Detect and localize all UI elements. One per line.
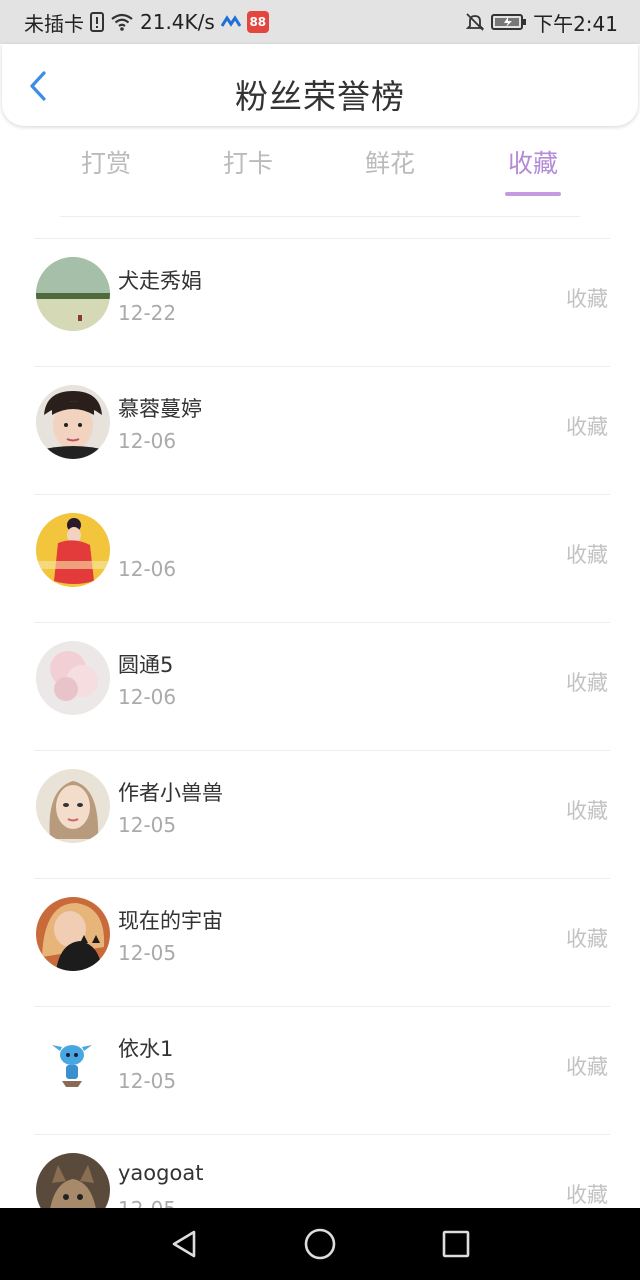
square-recents-icon	[442, 1230, 470, 1258]
active-tab-indicator	[505, 192, 561, 196]
avatar	[36, 385, 110, 459]
avatar	[36, 897, 110, 971]
user-name: 犬走秀娟	[118, 269, 202, 293]
triangle-back-icon	[172, 1230, 196, 1258]
clock: 下午2:41	[533, 11, 618, 36]
date: 12-05	[118, 1069, 177, 1093]
user-name: 圆通5	[118, 653, 174, 677]
avatar	[36, 513, 110, 587]
user-name: 依水1	[118, 1037, 174, 1061]
date: 12-06	[118, 685, 177, 709]
nav-home-button[interactable]	[300, 1224, 340, 1264]
user-name: 慕蓉蔓婷	[118, 397, 202, 421]
carrier-text: 未插卡	[24, 11, 84, 36]
list-item[interactable]: 现在的宇宙 12-05 收藏	[34, 878, 610, 1006]
tab-flower[interactable]: 鲜花	[350, 144, 430, 180]
user-name: yaogoat	[118, 1161, 204, 1185]
nav-back-button[interactable]	[164, 1224, 204, 1264]
date: 12-06	[118, 557, 177, 581]
action-label: 收藏	[566, 287, 608, 311]
mute-icon	[465, 12, 485, 32]
tab-reward[interactable]: 打赏	[66, 144, 146, 180]
action-label: 收藏	[566, 927, 608, 951]
list-item[interactable]: 慕蓉蔓婷 12-06 收藏	[34, 366, 610, 494]
action-label: 收藏	[566, 543, 608, 567]
navigation-bar	[0, 1208, 640, 1280]
user-name: 现在的宇宙	[118, 909, 223, 933]
tab-favorite[interactable]: 收藏	[493, 144, 573, 180]
battery-icon	[491, 13, 527, 31]
list-item[interactable]: 圆通5 12-06 收藏	[34, 622, 610, 750]
action-label: 收藏	[566, 799, 608, 823]
fan-list: 犬走秀娟 12-22 收藏 慕蓉蔓婷 12-06 收藏 12-06 收藏 圆通5	[0, 238, 640, 1262]
screen: 未插卡 21.4K/s 88 下午2:41 粉丝荣誉榜 打赏 打卡 鲜花 收藏 …	[0, 0, 640, 1280]
wifi-icon	[110, 13, 134, 31]
app-badge-icon: 88	[246, 11, 269, 33]
user-name: 作者小兽兽	[118, 781, 223, 805]
action-label: 收藏	[566, 415, 608, 439]
list-item[interactable]: 作者小兽兽 12-05 收藏	[34, 750, 610, 878]
status-bar: 未插卡 21.4K/s 88 下午2:41	[0, 0, 640, 44]
page-title: 粉丝荣誉榜	[235, 77, 405, 116]
circle-home-icon	[304, 1228, 336, 1260]
divider	[60, 216, 580, 217]
date: 12-05	[118, 941, 177, 965]
sim-icon	[90, 12, 104, 32]
list-item[interactable]: 依水1 12-05 收藏	[34, 1006, 610, 1134]
avatar	[36, 641, 110, 715]
tab-bar: 打赏 打卡 鲜花 收藏	[0, 140, 640, 200]
tab-checkin[interactable]: 打卡	[208, 144, 288, 180]
date: 12-06	[118, 429, 177, 453]
nav-recents-button[interactable]	[436, 1224, 476, 1264]
date: 12-22	[118, 301, 177, 325]
date: 12-05	[118, 813, 177, 837]
list-item[interactable]: 犬走秀娟 12-22 收藏	[34, 238, 610, 366]
action-label: 收藏	[566, 1055, 608, 1079]
avatar	[36, 769, 110, 843]
action-label: 收藏	[566, 671, 608, 695]
avatar	[36, 1025, 110, 1099]
avatar	[36, 257, 110, 331]
list-item[interactable]: 12-06 收藏	[34, 494, 610, 622]
network-speed: 21.4K/s	[140, 10, 215, 34]
app-notification-icon	[220, 15, 241, 29]
action-label: 收藏	[566, 1183, 608, 1207]
header: 粉丝荣誉榜	[2, 44, 638, 126]
